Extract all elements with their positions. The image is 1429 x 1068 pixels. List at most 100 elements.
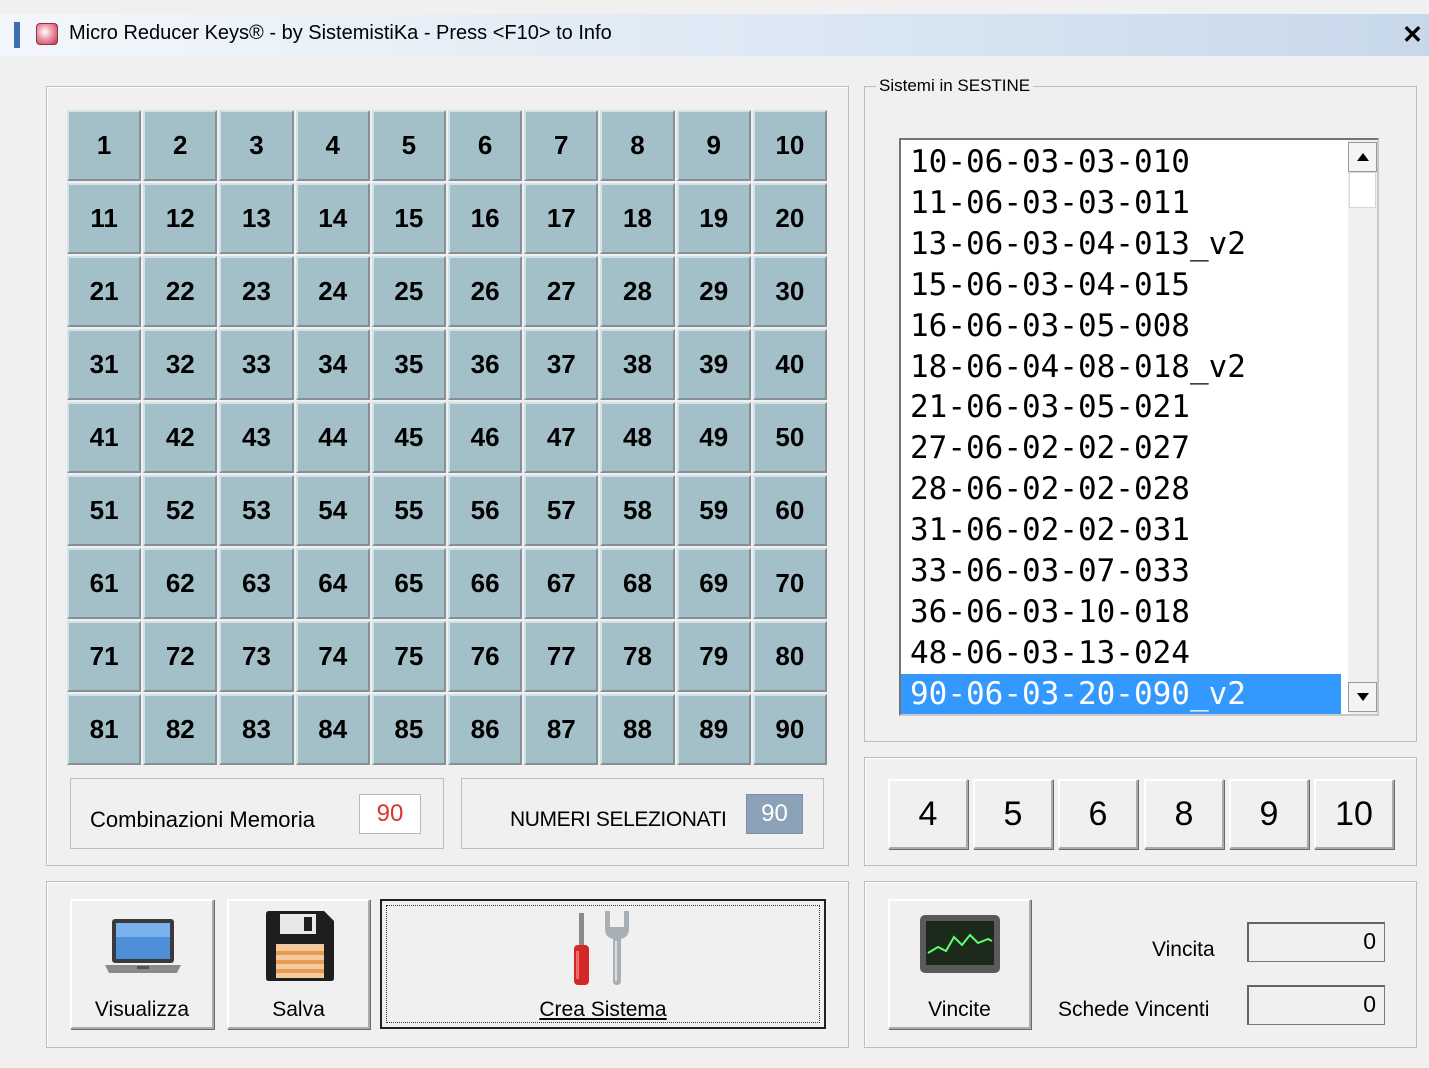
number-button-41[interactable]: 41	[67, 402, 142, 473]
system-list-item[interactable]: 10-06-03-03-010	[907, 142, 1347, 183]
number-button-47[interactable]: 47	[524, 402, 599, 473]
size-button-10[interactable]: 10	[1314, 779, 1394, 849]
number-button-74[interactable]: 74	[295, 621, 370, 692]
system-list-item[interactable]: 15-06-03-04-015	[907, 265, 1347, 306]
number-button-32[interactable]: 32	[143, 329, 218, 400]
number-button-80[interactable]: 80	[752, 621, 827, 692]
number-button-61[interactable]: 61	[67, 548, 142, 619]
number-button-72[interactable]: 72	[143, 621, 218, 692]
number-button-12[interactable]: 12	[143, 183, 218, 254]
number-button-40[interactable]: 40	[752, 329, 827, 400]
size-button-5[interactable]: 5	[973, 779, 1053, 849]
number-button-35[interactable]: 35	[371, 329, 446, 400]
number-button-16[interactable]: 16	[447, 183, 523, 254]
number-button-70[interactable]: 70	[752, 548, 827, 619]
number-button-84[interactable]: 84	[295, 694, 370, 765]
system-list-item[interactable]: 16-06-03-05-008	[907, 306, 1347, 347]
number-button-87[interactable]: 87	[524, 694, 599, 765]
number-button-88[interactable]: 88	[600, 694, 675, 765]
number-button-62[interactable]: 62	[143, 548, 218, 619]
scroll-up-button[interactable]	[1348, 142, 1377, 172]
number-button-29[interactable]: 29	[676, 256, 751, 327]
system-list-item[interactable]: 13-06-03-04-013_v2	[907, 224, 1347, 265]
number-button-81[interactable]: 81	[67, 694, 142, 765]
number-button-65[interactable]: 65	[371, 548, 446, 619]
size-button-9[interactable]: 9	[1229, 779, 1309, 849]
system-list-item[interactable]: 36-06-03-10-018	[907, 592, 1347, 633]
number-button-53[interactable]: 53	[219, 475, 294, 546]
number-button-86[interactable]: 86	[447, 694, 523, 765]
number-button-79[interactable]: 79	[676, 621, 751, 692]
number-button-57[interactable]: 57	[524, 475, 599, 546]
number-button-8[interactable]: 8	[600, 110, 675, 181]
number-button-11[interactable]: 11	[67, 183, 142, 254]
system-list-item[interactable]: 48-06-03-13-024	[907, 633, 1347, 674]
number-button-52[interactable]: 52	[143, 475, 218, 546]
number-button-89[interactable]: 89	[676, 694, 751, 765]
view-button[interactable]: Visualizza	[70, 899, 214, 1029]
number-button-68[interactable]: 68	[600, 548, 675, 619]
scroll-thumb[interactable]	[1349, 172, 1376, 208]
number-button-18[interactable]: 18	[600, 183, 675, 254]
number-button-48[interactable]: 48	[600, 402, 675, 473]
system-list-item[interactable]: 11-06-03-03-011	[907, 183, 1347, 224]
number-button-49[interactable]: 49	[676, 402, 751, 473]
number-button-23[interactable]: 23	[219, 256, 294, 327]
size-button-6[interactable]: 6	[1058, 779, 1138, 849]
system-list-item[interactable]: 21-06-03-05-021	[907, 387, 1347, 428]
number-button-22[interactable]: 22	[143, 256, 218, 327]
number-button-33[interactable]: 33	[219, 329, 294, 400]
save-button[interactable]: Salva	[227, 899, 370, 1029]
number-button-63[interactable]: 63	[219, 548, 294, 619]
number-button-46[interactable]: 46	[447, 402, 523, 473]
number-button-34[interactable]: 34	[295, 329, 370, 400]
number-button-54[interactable]: 54	[295, 475, 370, 546]
number-button-14[interactable]: 14	[295, 183, 370, 254]
number-button-69[interactable]: 69	[676, 548, 751, 619]
number-button-28[interactable]: 28	[600, 256, 675, 327]
number-button-24[interactable]: 24	[295, 256, 370, 327]
number-button-42[interactable]: 42	[143, 402, 218, 473]
number-button-64[interactable]: 64	[295, 548, 370, 619]
systems-listbox[interactable]: 10-06-03-03-010 11-06-03-03-011 13-06-03-0…	[899, 138, 1379, 716]
number-button-85[interactable]: 85	[371, 694, 446, 765]
number-button-38[interactable]: 38	[600, 329, 675, 400]
number-button-20[interactable]: 20	[752, 183, 827, 254]
number-button-26[interactable]: 26	[447, 256, 523, 327]
number-button-3[interactable]: 3	[219, 110, 294, 181]
number-button-60[interactable]: 60	[752, 475, 827, 546]
number-button-59[interactable]: 59	[676, 475, 751, 546]
number-button-10[interactable]: 10	[752, 110, 827, 181]
system-list-item[interactable]: 33-06-03-07-033	[907, 551, 1347, 592]
close-button[interactable]: ✕	[1402, 20, 1423, 50]
number-button-75[interactable]: 75	[371, 621, 446, 692]
number-button-27[interactable]: 27	[524, 256, 599, 327]
system-list-item[interactable]: 90-06-03-20-090_v2	[901, 673, 1341, 714]
number-button-4[interactable]: 4	[295, 110, 370, 181]
number-button-45[interactable]: 45	[371, 402, 446, 473]
number-button-56[interactable]: 56	[447, 475, 523, 546]
system-list-item[interactable]: 18-06-04-08-018_v2	[907, 347, 1347, 388]
number-button-67[interactable]: 67	[524, 548, 599, 619]
number-button-43[interactable]: 43	[219, 402, 294, 473]
number-button-5[interactable]: 5	[371, 110, 446, 181]
number-button-13[interactable]: 13	[219, 183, 294, 254]
number-button-36[interactable]: 36	[447, 329, 523, 400]
number-button-55[interactable]: 55	[371, 475, 446, 546]
number-button-37[interactable]: 37	[524, 329, 599, 400]
number-button-17[interactable]: 17	[524, 183, 599, 254]
number-button-82[interactable]: 82	[143, 694, 218, 765]
system-list-item[interactable]: 27-06-02-02-027	[907, 428, 1347, 469]
number-button-7[interactable]: 7	[524, 110, 599, 181]
scroll-down-button[interactable]	[1348, 682, 1377, 712]
number-button-31[interactable]: 31	[67, 329, 142, 400]
number-button-1[interactable]: 1	[67, 110, 142, 181]
number-button-30[interactable]: 30	[752, 256, 827, 327]
number-button-44[interactable]: 44	[295, 402, 370, 473]
number-button-9[interactable]: 9	[676, 110, 751, 181]
number-button-66[interactable]: 66	[447, 548, 523, 619]
create-system-button[interactable]: Crea Sistema	[380, 899, 826, 1029]
number-button-19[interactable]: 19	[676, 183, 751, 254]
size-button-4[interactable]: 4	[888, 779, 968, 849]
system-list-item[interactable]: 28-06-02-02-028	[907, 469, 1347, 510]
